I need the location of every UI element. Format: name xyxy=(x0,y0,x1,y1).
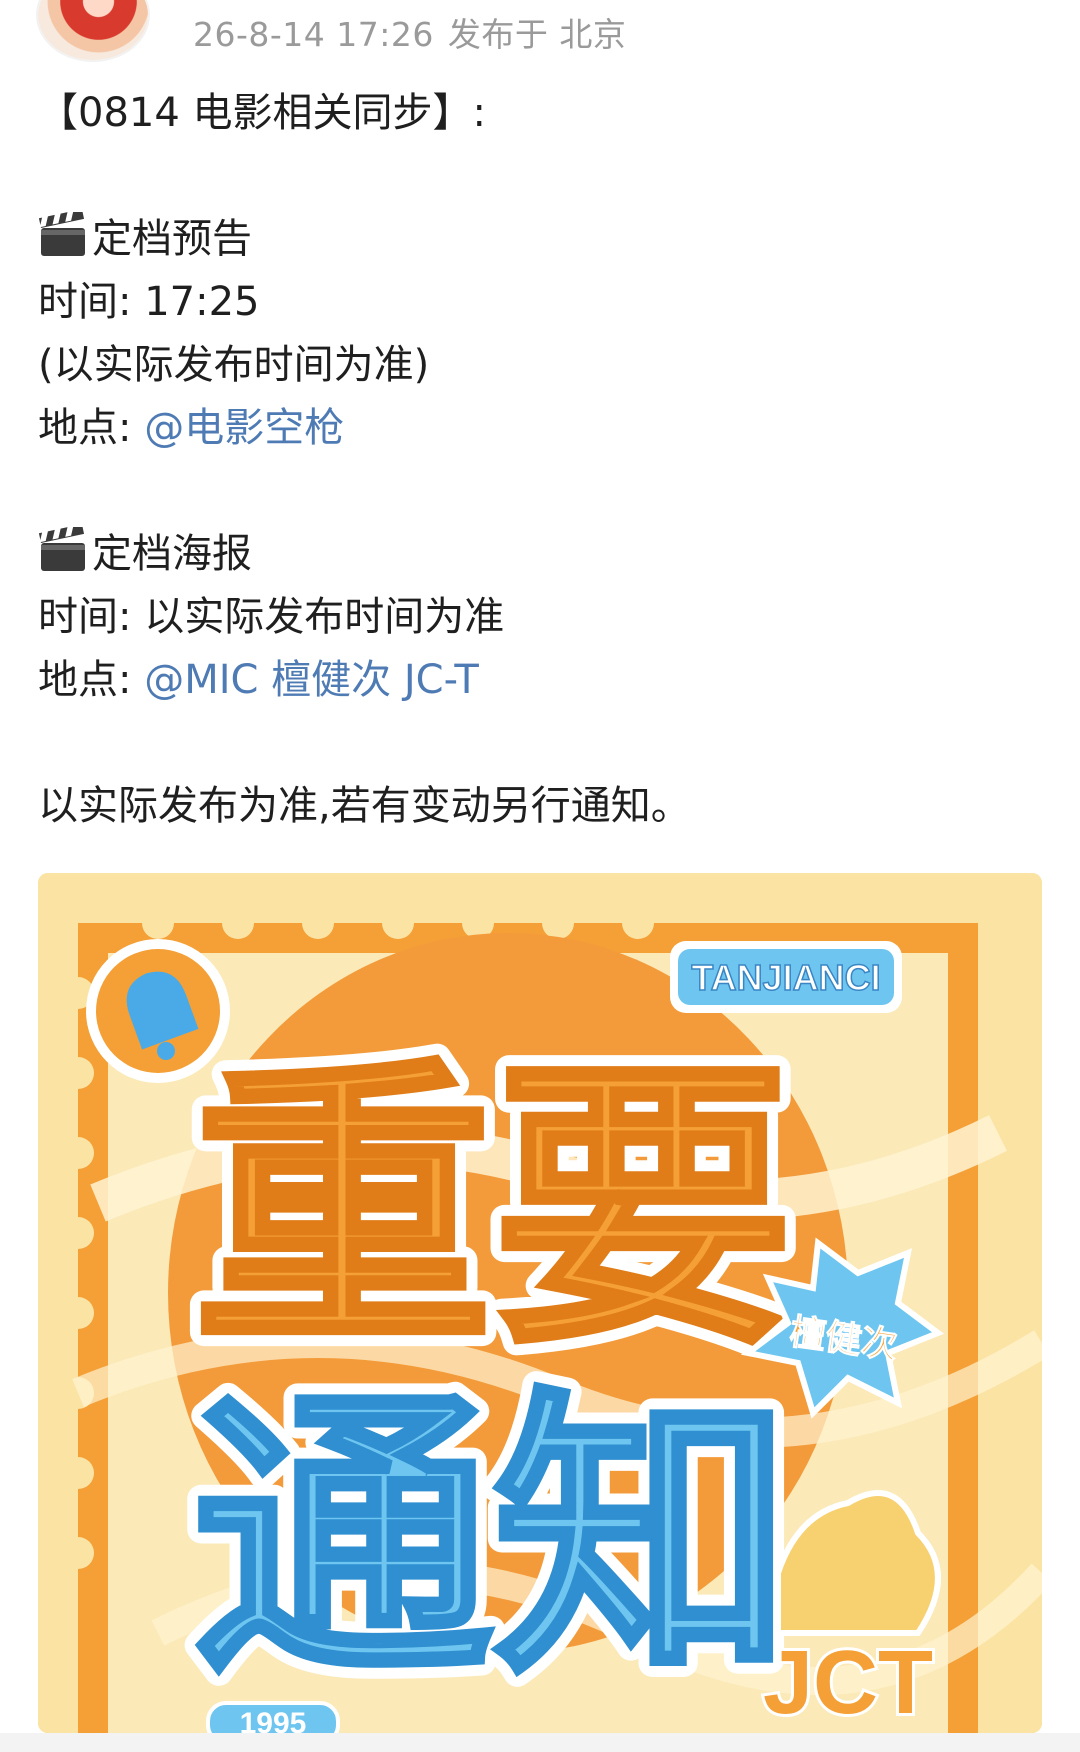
section-heading-poster: 定档海报 xyxy=(38,523,1048,586)
footer-note: 以实际发布为准,若有变动另行通知。 xyxy=(38,783,691,829)
post-image[interactable]: TANJIANCI 重要 重要 通知 通知 檀健次 JCT 1995 xyxy=(38,873,1042,1733)
section1-heading: 定档预告 xyxy=(92,216,252,262)
bottom-divider xyxy=(0,1733,1080,1752)
post-meta: 26-8-14 17:26 发布于 北京 xyxy=(193,8,626,56)
post-location: 发布于 北京 xyxy=(447,15,627,54)
poster-badge: TANJIANCI xyxy=(691,957,880,998)
post-title: 【0814 电影相关同步】: xyxy=(38,90,486,136)
mention-link[interactable]: @电影空枪 xyxy=(144,405,344,451)
post-header: 26-8-14 17:26 发布于 北京 xyxy=(0,0,1080,70)
post-timestamp: 26-8-14 17:26 xyxy=(193,15,434,54)
section1-note: (以实际发布时间为准) xyxy=(38,342,430,388)
section1-time: 时间: 17:25 xyxy=(38,279,260,325)
clapperboard-icon xyxy=(38,212,85,256)
post-body: 【0814 电影相关同步】: 定档预告 时间: 17:25 (以实际发布时间为准… xyxy=(38,82,1048,838)
poster-title-bottom: 通知 xyxy=(193,1365,793,1714)
mention-link[interactable]: @MIC 檀健次 JC-T xyxy=(144,657,479,703)
poster-title-top: 重要 xyxy=(193,1035,793,1384)
section2-place: 地点: @MIC 檀健次 JC-T xyxy=(38,657,479,703)
notice-poster-graphic: TANJIANCI 重要 重要 通知 通知 檀健次 JCT 1995 xyxy=(38,873,1042,1733)
section1-place: 地点: @电影空枪 xyxy=(38,405,345,451)
poster-logo: JCT xyxy=(763,1633,933,1733)
clapperboard-icon xyxy=(38,527,85,571)
section2-heading: 定档海报 xyxy=(92,531,252,577)
section2-time: 时间: 以实际发布时间为准 xyxy=(38,594,505,640)
section-heading-trailer: 定档预告 xyxy=(38,208,1048,271)
poster-partial-text: 1995 xyxy=(240,1707,307,1733)
avatar[interactable] xyxy=(38,0,148,60)
